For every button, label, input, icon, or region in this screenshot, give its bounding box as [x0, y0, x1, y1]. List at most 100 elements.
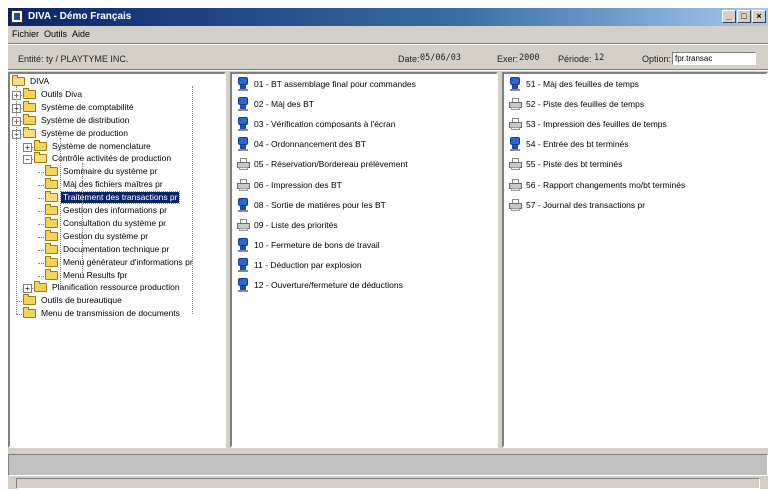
- program-item-label: 53 - Impression des feuilles de temps: [526, 119, 667, 130]
- program-list-panel-right[interactable]: 51 - Màj des feuilles de temps 52 - Piste…: [502, 72, 768, 448]
- printer-icon: [508, 96, 522, 112]
- program-item-label: 05 - Réservation/Bordereau prélèvement: [254, 159, 408, 170]
- program-item-label: 10 - Fermeture de bons de travail: [254, 239, 380, 250]
- folder-icon: [34, 139, 47, 151]
- exer-value: 2000: [519, 53, 540, 63]
- monitor-icon: [236, 197, 250, 213]
- period-label: Période:: [558, 54, 592, 64]
- program-item-56-rapport-changements-mo-bt-termines[interactable]: 56 - Rapport changements mo/bt terminés: [506, 177, 764, 193]
- program-item-10-fermeture-de-bons-de-travail[interactable]: 10 - Fermeture de bons de travail: [234, 237, 492, 253]
- monitor-icon: [236, 96, 250, 112]
- exer-label: Exer:: [497, 54, 519, 64]
- program-item-label: 01 - BT assemblage final pour commandes: [254, 79, 416, 89]
- program-item-53-impression-des-feuilles-de-temps[interactable]: 53 - Impression des feuilles de temps: [506, 116, 764, 132]
- maximize-icon[interactable]: □: [737, 10, 751, 23]
- option-input[interactable]: fpr.transac: [672, 52, 756, 65]
- window-title: DIVA - Démo Français: [28, 11, 132, 22]
- folder-icon: [45, 204, 58, 215]
- program-item-05-reservation-bordereau-prelevement[interactable]: 05 - Réservation/Bordereau prélèvement: [234, 156, 492, 172]
- program-item-label: 08 - Sortie de matières pour les BT: [254, 199, 386, 210]
- expand-icon[interactable]: +: [23, 142, 32, 152]
- program-item-04-ordonnancement-des-bt[interactable]: 04 - Ordonnancement des BT: [234, 136, 492, 152]
- app-icon[interactable]: [11, 10, 23, 23]
- folder-open-icon: [23, 126, 36, 138]
- printer-icon: [508, 116, 522, 132]
- menu-bar: Fichier Outils Aide: [8, 26, 768, 42]
- program-item-label: 52 - Piste des feuilles de temps: [526, 99, 645, 110]
- tree-item-label: Traitement des transactions pr: [59, 191, 181, 205]
- folder-icon: [23, 87, 36, 99]
- printer-icon: [236, 156, 250, 172]
- program-item-57-journal-des-transactions-pr[interactable]: 57 - Journal des transactions pr: [506, 197, 764, 213]
- folder-icon: [45, 216, 58, 228]
- program-item-label: 03 - Vérification composants à l'écran: [254, 119, 396, 130]
- printer-icon: [508, 156, 522, 172]
- program-item-06-impression-des-bt[interactable]: 06 - Impression des BT: [234, 177, 492, 193]
- tree-item-label: Système de comptabilité: [41, 101, 134, 112]
- printer-icon: [508, 197, 522, 213]
- minimize-icon[interactable]: _: [722, 10, 736, 23]
- program-item-51-maj-des-feuilles-de-temps[interactable]: 51 - Màj des feuilles de temps: [506, 76, 764, 92]
- menu-aide[interactable]: Aide: [72, 29, 90, 39]
- tree-item-label: Système de distribution: [41, 114, 130, 125]
- context-bar: Entité: ty / PLAYTYME INC. Date: 05/06/0…: [8, 46, 768, 68]
- folder-open-icon: [12, 75, 25, 86]
- tree-item-label: Système de nomenclature: [52, 140, 151, 151]
- tree-item-label: Planification ressource production: [52, 282, 180, 293]
- tree-item-label: Documentation technique pr: [63, 243, 170, 254]
- program-item-09-liste-des-priorites[interactable]: 09 - Liste des priorités: [234, 217, 492, 233]
- program-item-52-piste-des-feuilles-de-temps[interactable]: 52 - Piste des feuilles de temps: [506, 96, 764, 112]
- program-item-55-piste-des-bt-termines[interactable]: 55 - Piste des bt terminés: [506, 156, 764, 172]
- tree-item-label: Menu de transmission de documents: [41, 308, 180, 319]
- tree-connector: [60, 137, 61, 289]
- program-list-panel[interactable]: 01 - BT assemblage final pour commandes 0…: [230, 72, 498, 448]
- monitor-icon: [236, 116, 250, 132]
- program-item-label: 57 - Journal des transactions pr: [526, 199, 646, 210]
- tree-item-label: Menu Results fpr: [63, 269, 128, 280]
- monitor-icon: [236, 237, 250, 253]
- menu-tree-panel[interactable]: DIVA + Outils Diva + Système de comptabilité…: [8, 72, 226, 448]
- tree-item-label: Outils de bureautique: [41, 295, 122, 306]
- menu-outils[interactable]: Outils: [44, 29, 67, 39]
- program-item-label: 02 - Màj des BT: [254, 99, 314, 110]
- tree-item-label: Gestion des informations pr: [63, 205, 167, 215]
- menu-fichier[interactable]: Fichier: [12, 29, 39, 39]
- monitor-icon: [236, 277, 250, 293]
- program-item-label: 04 - Ordonnancement des BT: [254, 139, 366, 150]
- tree-item-label: Sommaire du système pr: [63, 166, 158, 177]
- program-item-11-deduction-par-explosion[interactable]: 11 - Déduction par explosion: [234, 257, 492, 273]
- folder-open-icon: [34, 152, 47, 164]
- program-item-label: 51 - Màj des feuilles de temps: [526, 79, 639, 89]
- application-window: DIVA - Démo Français _ □ × Fichier Outil…: [8, 8, 768, 489]
- program-item-02-maj-des-bt[interactable]: 02 - Màj des BT: [234, 96, 492, 112]
- status-bar-secondary: [16, 478, 760, 489]
- collapse-icon[interactable]: −: [23, 155, 32, 165]
- program-item-03-verification-composants-a-l-ecran[interactable]: 03 - Vérification composants à l'écran: [234, 116, 492, 132]
- program-item-08-sortie-de-matieres-pour-les-bt[interactable]: 08 - Sortie de matières pour les BT: [234, 197, 492, 213]
- option-label: Option:: [642, 54, 672, 64]
- program-item-label: 12 - Ouverture/fermeture de déductions: [254, 280, 403, 290]
- monitor-icon: [236, 136, 250, 152]
- program-item-label: 06 - Impression des BT: [254, 179, 342, 190]
- tree-connector: [16, 86, 17, 315]
- folder-icon: [45, 165, 58, 177]
- tree-item-label: Système de production: [41, 127, 128, 138]
- monitor-icon: [508, 136, 522, 152]
- monitor-icon: [236, 76, 250, 92]
- program-item-01-bt-assemblage-final-pour-commandes[interactable]: 01 - BT assemblage final pour commandes: [234, 76, 492, 92]
- expand-icon[interactable]: +: [23, 284, 32, 294]
- folder-icon: [23, 100, 36, 112]
- folder-icon: [23, 113, 36, 125]
- monitor-icon: [508, 76, 522, 92]
- period-value: 12: [594, 53, 605, 63]
- title-bar[interactable]: DIVA - Démo Français _ □ ×: [8, 8, 768, 26]
- folder-icon: [23, 307, 36, 319]
- close-icon[interactable]: ×: [752, 10, 766, 23]
- printer-icon: [508, 177, 522, 193]
- program-item-label: 55 - Piste des bt terminés: [526, 159, 623, 170]
- program-item-12-ouverture-fermeture-de-deductions[interactable]: 12 - Ouverture/fermeture de déductions: [234, 277, 492, 293]
- program-item-54-entree-des-bt-termines[interactable]: 54 - Entrée des bt terminés: [506, 136, 764, 152]
- tree-item-label: DIVA: [30, 76, 50, 86]
- tree-item-label: Outils Diva: [41, 88, 83, 99]
- tree-item-label: Contrôle activités de production: [52, 153, 172, 164]
